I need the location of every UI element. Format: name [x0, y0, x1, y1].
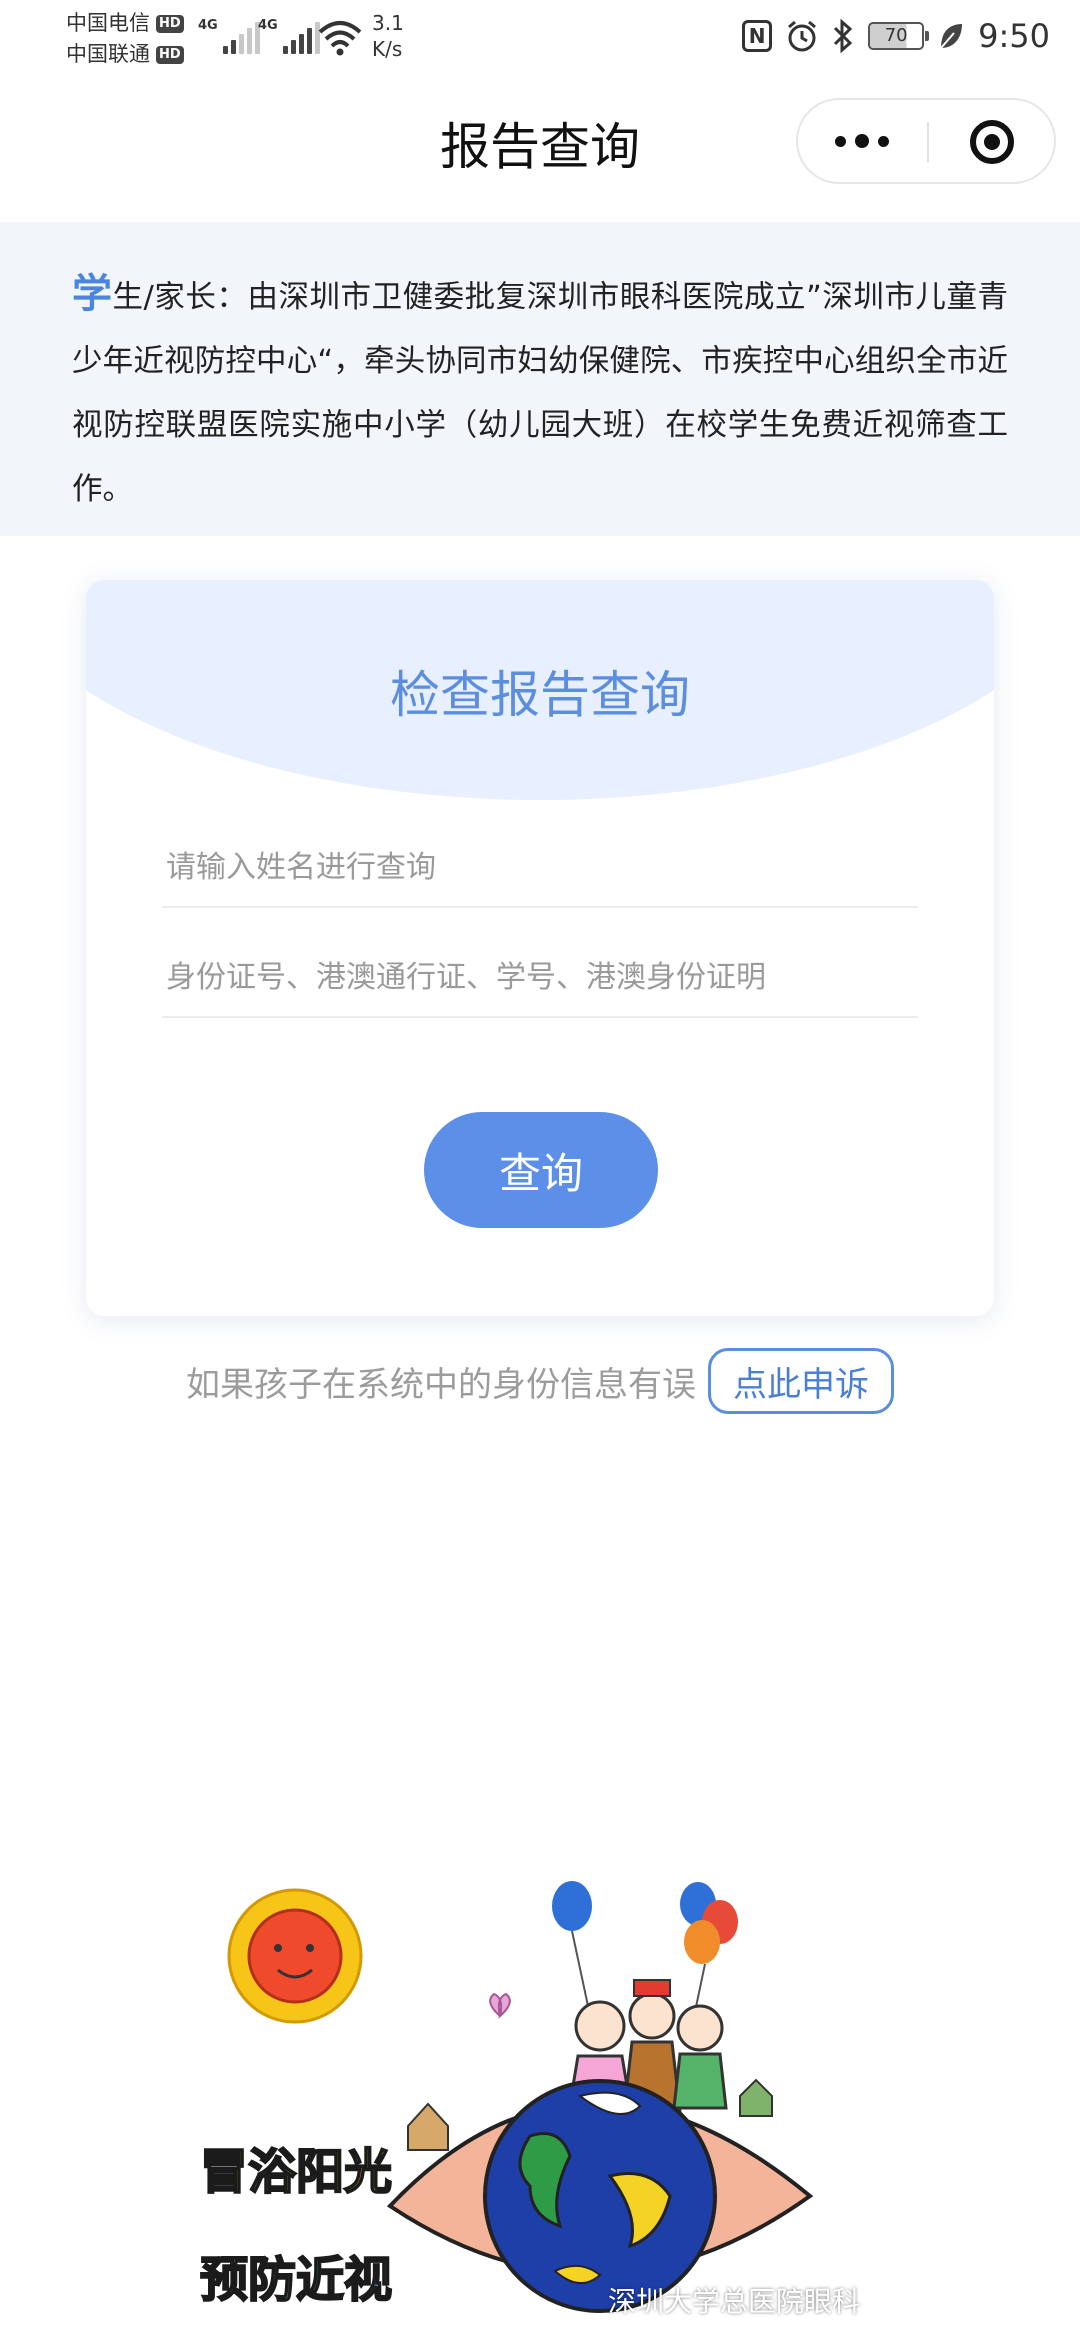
- query-button[interactable]: 查询: [424, 1112, 658, 1228]
- nav-bar: 报告查询: [0, 80, 1080, 220]
- system-icons: N 70 9:50: [742, 14, 1050, 58]
- notice-text: 生/家长：由深圳市卫健委批复深圳市眼科医院成立”深圳市儿童青少年近视防控中心“，…: [72, 280, 1008, 507]
- dot-icon: [855, 134, 869, 148]
- report-query-card: 检查报告查询 查询: [86, 580, 994, 1316]
- slogan-text-2: 预防近视: [200, 2252, 392, 2308]
- sun-icon: [227, 1888, 363, 2024]
- appeal-button[interactable]: 点此申诉: [708, 1348, 894, 1414]
- eye-care-illustration: 冒浴阳光 预防近视 深圳大学总医院眼科: [199, 1876, 900, 2340]
- clock: 9:50: [978, 17, 1050, 55]
- alarm-icon: [788, 20, 817, 52]
- network-speed: 3.1 K/s: [372, 11, 404, 61]
- card-title: 检查报告查询: [390, 666, 690, 724]
- carrier-2: 中国联通: [66, 42, 150, 66]
- appeal-hint: 如果孩子在系统中的身份信息有误: [186, 1364, 696, 1405]
- notice-banner: 学生/家长：由深圳市卫健委批复深圳市眼科医院成立”深圳市儿童青少年近视防控中心“…: [0, 222, 1080, 536]
- leaf-icon: [940, 24, 963, 49]
- id-number-input[interactable]: [162, 938, 918, 1018]
- more-options-button[interactable]: [798, 100, 926, 182]
- children-globe-drawing: 冒浴阳光 预防近视: [199, 1881, 814, 2313]
- hd-badge: HD: [156, 45, 184, 64]
- status-bar: 中国电信 HD 中国联通 HD 4G 4G 3.1 K/s N 70 9:50: [0, 0, 1080, 80]
- account-watermark: 深圳大学总医院眼科: [607, 2285, 860, 2318]
- carrier-1: 中国电信: [66, 11, 150, 35]
- name-input[interactable]: [162, 828, 918, 908]
- dot-icon: [835, 135, 846, 147]
- signal-icon: 4G: [258, 18, 320, 54]
- nfc-icon: N: [742, 20, 773, 52]
- signal-icon: 4G: [198, 18, 260, 54]
- slogan-text-1: 冒浴阳光: [200, 2144, 392, 2200]
- dot-icon: [878, 135, 889, 147]
- battery-icon: 70: [868, 22, 930, 50]
- hd-badge: HD: [156, 14, 184, 33]
- notice-first-char: 学: [72, 271, 113, 317]
- wifi-icon: [318, 21, 362, 56]
- carrier-info: 中国电信 HD 中国联通 HD: [66, 8, 184, 70]
- butterfly-icon: [489, 1992, 511, 2019]
- bluetooth-icon: [834, 19, 853, 53]
- appeal-row: 如果孩子在系统中的身份信息有误 点此申诉: [0, 1346, 1080, 1416]
- capsule-divider: [927, 122, 929, 162]
- close-mini-program-button[interactable]: [970, 120, 1014, 164]
- mini-program-capsule: [796, 98, 1056, 184]
